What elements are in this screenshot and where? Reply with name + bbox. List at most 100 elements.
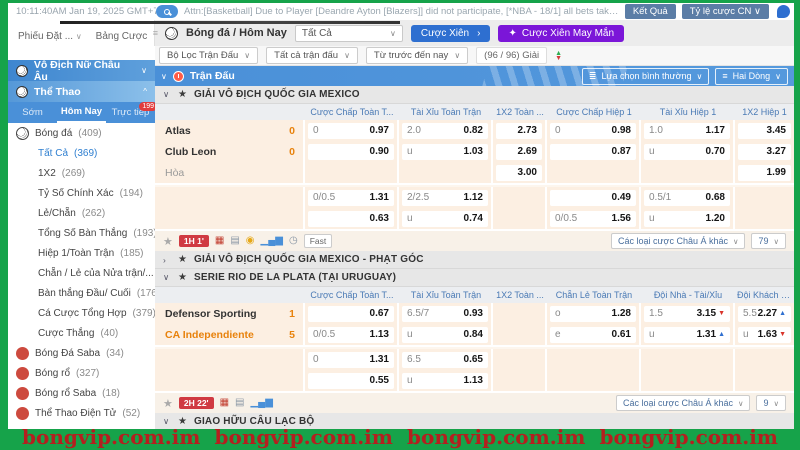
- results-button[interactable]: Kết Quả: [625, 4, 676, 19]
- line-mode-dropdown[interactable]: ≡Hai Dòng∨: [715, 68, 788, 85]
- odds-row[interactable]: CA Independiente50/0.51.13u0.84e0.61u1.3…: [155, 324, 794, 345]
- sort-icon[interactable]: ▲▼: [555, 51, 562, 61]
- tab-early[interactable]: Sớm: [8, 102, 57, 123]
- stats-icon[interactable]: ▁▄▆: [261, 236, 283, 246]
- favorite-star-icon[interactable]: ★: [163, 235, 173, 248]
- bet-count-dropdown[interactable]: 9∨: [756, 395, 786, 411]
- sidebar-item[interactable]: Cược Thắng(40): [8, 323, 155, 343]
- odds-cell[interactable]: u1.20: [644, 211, 730, 227]
- odds-cell[interactable]: 2.73: [496, 123, 542, 139]
- star-icon[interactable]: ★: [178, 254, 187, 265]
- more-bets-dropdown[interactable]: Các loại cược Châu Á khác∨: [611, 233, 745, 249]
- doc-icon[interactable]: ▤: [235, 398, 244, 408]
- odds-cell[interactable]: u1.03: [402, 144, 488, 160]
- odds-row[interactable]: 0/0.51.31 2/2.51.12 0.49 0.5/10.68: [155, 187, 794, 208]
- odds-cell[interactable]: 6.5/70.93: [402, 306, 488, 322]
- odds-cell[interactable]: 6.50.65: [402, 352, 488, 368]
- star-icon[interactable]: ★: [178, 272, 187, 283]
- section-header[interactable]: ›★GIẢI VÔ ĐỊCH QUỐC GIA MEXICO - PHẠT GÓ…: [155, 251, 794, 269]
- section-header[interactable]: ∨★GIẢI VÔ ĐỊCH QUỐC GIA MEXICO: [155, 86, 794, 104]
- sidebar-item[interactable]: Chẵn / Lẻ của Nửa trận/...(176): [8, 263, 155, 283]
- odds-cell[interactable]: 00.97: [308, 123, 394, 139]
- chevron-icon[interactable]: ∨: [163, 89, 171, 100]
- odds-type-dropdown[interactable]: Tỷ lệ cược CN ∨: [682, 4, 769, 19]
- odds-cell[interactable]: 0/0.51.56: [550, 211, 636, 227]
- odds-cell[interactable]: 0.67: [308, 306, 394, 322]
- odds-cell[interactable]: 0.63: [308, 211, 394, 227]
- sidebar-item[interactable]: Bóng rổ(327): [8, 363, 155, 383]
- sidebar-item[interactable]: Bóng Đá Saba(34): [8, 343, 155, 363]
- more-bets-dropdown[interactable]: Các loại cược Châu Á khác∨: [616, 395, 750, 411]
- odds-cell[interactable]: u0.84: [402, 327, 488, 343]
- odds-row[interactable]: Atlas000.972.00.822.7300.981.01.173.45: [155, 120, 794, 141]
- odds-cell[interactable]: 0.87: [550, 144, 636, 160]
- odds-cell[interactable]: u0.74: [402, 211, 488, 227]
- odds-cell[interactable]: 3.27: [738, 144, 791, 160]
- chat-icon[interactable]: [777, 5, 790, 18]
- odds-cell[interactable]: 1.01.17: [644, 123, 730, 139]
- chevron-icon[interactable]: ›: [163, 255, 171, 265]
- odds-cell[interactable]: 00.98: [550, 123, 636, 139]
- sidebar-item[interactable]: Bàn thắng Đầu/ Cuối(176): [8, 283, 155, 303]
- sidebar-sports-header[interactable]: Thể Thao^: [8, 81, 155, 102]
- sidebar-item[interactable]: Thể Thao Điện Tử(52): [8, 403, 155, 423]
- odds-row[interactable]: 0.63 u0.74 0/0.51.56 u1.20: [155, 208, 794, 229]
- match-filter-dropdown[interactable]: Bộ Lọc Trận Đấu∨: [159, 47, 258, 64]
- sidebar-item[interactable]: Tổng Số Bàn Thắng(193): [8, 223, 155, 243]
- odds-row[interactable]: Club Leon00.90u1.032.690.87u0.703.27: [155, 141, 794, 162]
- tab-live[interactable]: Trực tiếp199: [106, 102, 155, 123]
- odds-cell[interactable]: 01.31: [308, 352, 394, 368]
- coin-icon[interactable]: ◉: [246, 236, 255, 246]
- odds-cell[interactable]: 1.99: [738, 165, 791, 181]
- chevron-down-icon[interactable]: ∨: [161, 72, 167, 81]
- odds-cell[interactable]: 0.55: [308, 373, 394, 389]
- odds-row[interactable]: 0.55 u1.13: [155, 370, 794, 391]
- tab-bet-slip[interactable]: Phiếu Đặt ... ∨: [18, 31, 82, 42]
- lucky-parlay-button[interactable]: ✦Cược Xiên May Mắn: [498, 25, 624, 42]
- sidebar-item[interactable]: Cá Cược Tổng Hợp(379): [8, 303, 155, 323]
- date-range-dropdown[interactable]: Từ trước đến nay∨: [366, 47, 468, 64]
- all-matches-dropdown[interactable]: Tất cả trận đấu∨: [266, 47, 358, 64]
- bet-count-dropdown[interactable]: 79∨: [751, 233, 786, 249]
- fast-market-chip[interactable]: Fast: [304, 234, 333, 248]
- pitch-icon[interactable]: ▦: [220, 398, 229, 408]
- sidebar-item[interactable]: Lẻ/Chẵn(262): [8, 203, 155, 223]
- odds-cell[interactable]: o1.28: [550, 306, 636, 322]
- odds-cell[interactable]: u0.70: [644, 144, 730, 160]
- odds-cell[interactable]: 2.69: [496, 144, 542, 160]
- odds-cell[interactable]: 0/0.51.31: [308, 190, 394, 206]
- chevron-icon[interactable]: ∨: [163, 272, 171, 283]
- odds-cell[interactable]: u1.63▼: [738, 327, 791, 343]
- screen-icon[interactable]: ▤: [230, 236, 239, 246]
- odds-row[interactable]: Hòa3.001.99: [155, 162, 794, 183]
- sidebar-item[interactable]: 1X2(269): [8, 163, 155, 183]
- sidebar-item[interactable]: Tất Cả(369): [8, 143, 155, 163]
- sidebar-item[interactable]: Tỷ Số Chính Xác(194): [8, 183, 155, 203]
- odds-cell[interactable]: u1.13: [402, 373, 488, 389]
- odds-cell[interactable]: 3.00: [496, 165, 542, 181]
- favorite-star-icon[interactable]: ★: [163, 397, 173, 410]
- sidebar-item[interactable]: Bóng đá(409): [8, 123, 155, 143]
- odds-cell[interactable]: 0.49: [550, 190, 636, 206]
- sidebar-item[interactable]: Bóng rổ Saba(18): [8, 383, 155, 403]
- odds-cell[interactable]: 5.52.27▲: [738, 306, 791, 322]
- stats-icon[interactable]: ▁▄▆: [250, 398, 272, 408]
- sidebar-item[interactable]: Hiệp 1/Toàn Trận(185): [8, 243, 155, 263]
- odds-cell[interactable]: 0.90: [308, 144, 394, 160]
- clock-icon[interactable]: ◷: [289, 236, 298, 246]
- odds-cell[interactable]: 0/0.51.13: [308, 327, 394, 343]
- tab-bet-board[interactable]: Bảng Cược: [96, 31, 148, 42]
- search-button[interactable]: [156, 5, 178, 18]
- odds-cell[interactable]: 2/2.51.12: [402, 190, 488, 206]
- odds-cell[interactable]: u1.31▲: [644, 327, 730, 343]
- odds-cell[interactable]: 3.45: [738, 123, 791, 139]
- odds-cell[interactable]: 2.00.82: [402, 123, 488, 139]
- sidebar-featured-header[interactable]: Vô Địch Nữ Châu Âu∨: [8, 60, 155, 81]
- panel-resize-handle[interactable]: ≡: [153, 28, 158, 38]
- star-icon[interactable]: ★: [178, 89, 187, 100]
- odds-cell[interactable]: 0.5/10.68: [644, 190, 730, 206]
- pitch-icon[interactable]: ▦: [215, 236, 224, 246]
- section-header[interactable]: ∨★SERIE RIO DE LA PLATA (TẠI URUGUAY): [155, 269, 794, 287]
- odds-cell[interactable]: 1.53.15▼: [644, 306, 730, 322]
- odds-row[interactable]: 01.31 6.50.65: [155, 349, 794, 370]
